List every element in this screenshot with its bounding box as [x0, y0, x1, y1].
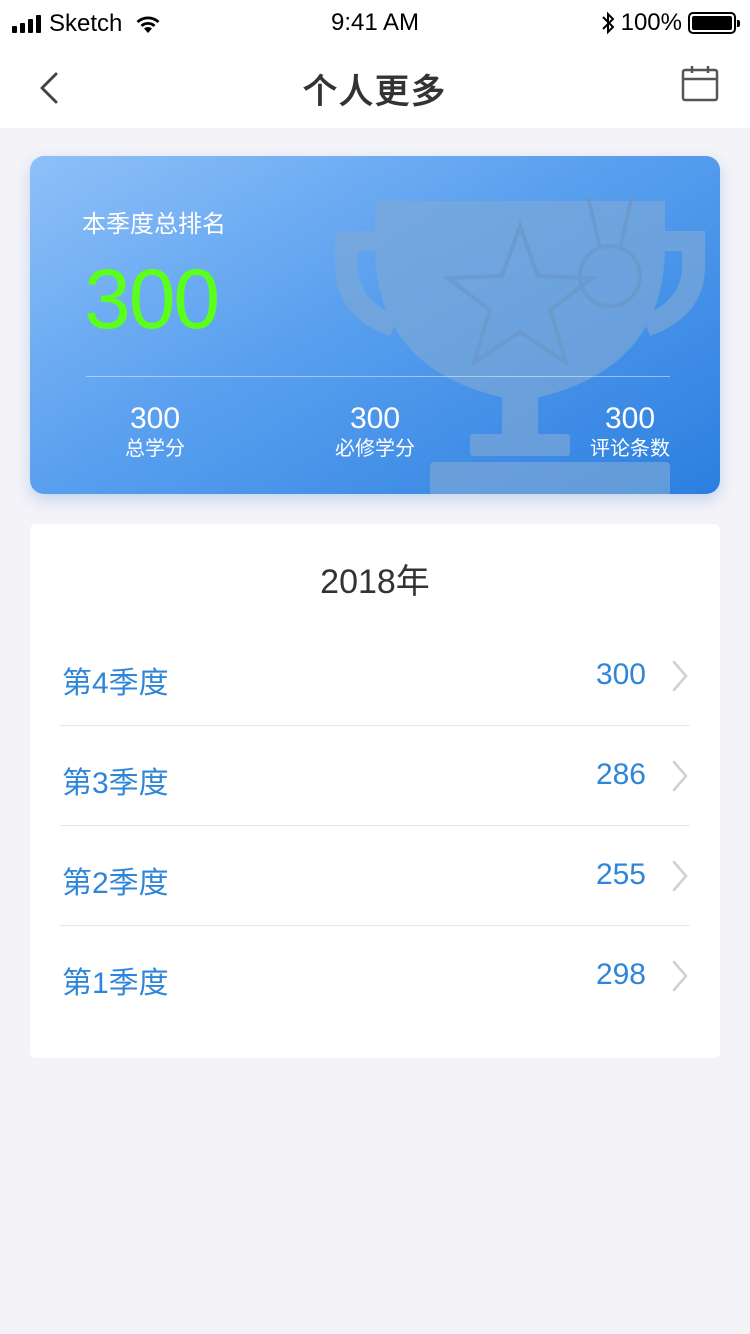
quarter-label: 第1季度 — [62, 967, 169, 1000]
battery-percent: 100% — [620, 9, 682, 36]
status-right: 100% — [601, 9, 740, 37]
quarter-value: 300 — [595, 658, 646, 691]
quarter-list-card: 2018年 第4季度 300 第3季度 286 第2季度 255 第1季度 29… — [30, 524, 720, 1058]
stat-value: 300 — [349, 402, 401, 435]
quarter-label: 第4季度 — [62, 667, 169, 700]
status-bar: Sketch 9:41 AM 100% — [0, 0, 750, 44]
list-item-q1[interactable]: 第1季度 298 — [60, 926, 690, 1026]
chevron-right-icon — [672, 960, 688, 992]
nav-bar: 个人更多 — [0, 44, 750, 128]
stat-required-credits: 300 必修学分 — [320, 402, 430, 462]
stat-label: 必修学分 — [335, 438, 415, 460]
list-item-q3[interactable]: 第3季度 286 — [60, 726, 690, 826]
summary-card: 本季度总排名 300 300 总学分 300 必修学分 300 评论条数 — [30, 156, 720, 494]
battery-icon — [688, 12, 740, 34]
quarter-label: 第2季度 — [62, 867, 169, 900]
card-divider — [86, 376, 670, 377]
quarter-value: 298 — [595, 958, 646, 991]
stat-label: 评论条数 — [590, 438, 670, 460]
stat-total-credits: 300 总学分 — [90, 402, 220, 462]
list-item-q2[interactable]: 第2季度 255 — [60, 826, 690, 926]
stat-value: 300 — [604, 402, 656, 435]
rank-label: 本季度总排名 — [82, 211, 226, 238]
list-item-q4[interactable]: 第4季度 300 — [60, 626, 690, 726]
quarter-value: 286 — [595, 758, 646, 791]
chevron-right-icon — [672, 660, 688, 692]
year-title: 2018年 — [320, 563, 430, 601]
quarter-value: 255 — [595, 858, 646, 891]
quarter-label: 第3季度 — [62, 767, 169, 800]
calendar-icon[interactable] — [680, 64, 720, 104]
chevron-right-icon — [672, 860, 688, 892]
stat-label: 总学分 — [125, 438, 185, 460]
bluetooth-icon — [601, 11, 615, 35]
page-title: 个人更多 — [303, 73, 447, 111]
stat-value: 300 — [129, 402, 181, 435]
stat-comment-count: 300 评论条数 — [580, 402, 680, 462]
chevron-right-icon — [672, 760, 688, 792]
rank-value: 300 — [84, 252, 220, 346]
